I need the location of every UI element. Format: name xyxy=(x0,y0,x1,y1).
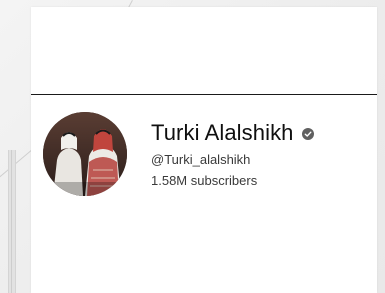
avatar-photo xyxy=(43,112,127,196)
background-vertical-bar xyxy=(8,150,16,293)
channel-avatar[interactable] xyxy=(43,112,127,196)
channel-handle: @Turki_alalshikh xyxy=(151,152,251,167)
screenshot-stage: Turki Alalshikh @Turki_alalshikh 1.58M s… xyxy=(0,0,385,293)
verified-check-icon xyxy=(301,127,314,140)
channel-banner xyxy=(31,7,377,95)
subscriber-count: 1.58M subscribers xyxy=(151,173,258,188)
channel-card: Turki Alalshikh @Turki_alalshikh 1.58M s… xyxy=(31,7,377,293)
channel-name-row: Turki Alalshikh xyxy=(151,120,314,146)
channel-name[interactable]: Turki Alalshikh xyxy=(151,120,294,146)
